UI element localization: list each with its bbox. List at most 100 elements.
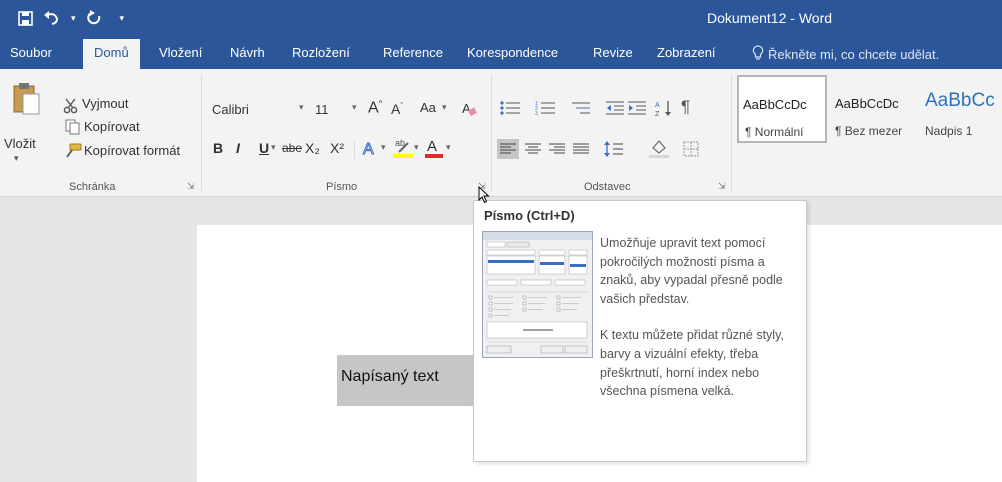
lightbulb-icon: [752, 45, 764, 64]
tell-me-box[interactable]: Řekněte mi, co chcete udělat.: [752, 45, 939, 64]
font-size-value: 11: [315, 102, 329, 117]
quick-access-toolbar: ▾ ▾: [18, 7, 124, 29]
tab-file[interactable]: Soubor: [10, 45, 52, 60]
redo-icon[interactable]: [86, 7, 102, 29]
clipboard-launcher-icon[interactable]: ⇲: [187, 182, 196, 191]
tooltip-title: Písmo (Ctrl+D): [484, 208, 575, 223]
font-tooltip: Písmo (Ctrl+D) Umožňuje upravit text pom…: [473, 200, 807, 462]
svg-text:3: 3: [535, 111, 538, 116]
style-sample: AaBbCc: [925, 90, 995, 111]
group-divider: [731, 75, 732, 191]
clear-formatting-icon[interactable]: A: [460, 99, 478, 119]
grow-font-icon[interactable]: A^: [368, 99, 382, 117]
shrink-font-icon[interactable]: Aˇ: [391, 101, 403, 117]
cut-button[interactable]: Vyjmout: [82, 96, 128, 111]
style-name: Nadpis 1: [925, 124, 973, 138]
tab-review[interactable]: Revize: [593, 45, 633, 60]
document-text[interactable]: Napísaný text: [341, 368, 439, 386]
paste-button[interactable]: Vložit: [4, 136, 36, 151]
document-title: Dokument12 - Word: [707, 10, 833, 26]
align-center-icon[interactable]: [522, 139, 544, 159]
style-no-spacing[interactable]: AaBbCcDc ¶ Bez mezer: [828, 75, 916, 143]
font-dialog-preview: [482, 231, 593, 358]
format-painter-icon: [64, 142, 82, 160]
copy-button[interactable]: Kopírovat: [84, 119, 140, 134]
inline-divider: [354, 141, 355, 159]
numbering-icon[interactable]: 123: [534, 99, 558, 117]
align-right-icon[interactable]: [546, 139, 568, 159]
group-divider: [201, 75, 202, 191]
sort-icon[interactable]: AZ: [654, 98, 674, 118]
svg-text:Z: Z: [655, 111, 660, 117]
tab-layout[interactable]: Rozložení: [292, 45, 350, 60]
tab-design[interactable]: Návrh: [230, 45, 265, 60]
font-color-icon[interactable]: A: [424, 135, 444, 159]
font-name-dropdown-icon[interactable]: ▾: [299, 102, 304, 113]
highlight-dropdown-icon[interactable]: ▾: [414, 142, 419, 153]
tab-home[interactable]: Domů: [83, 39, 140, 69]
tooltip-body: Umožňuje upravit text pomocí pokročilých…: [600, 234, 800, 419]
customize-qat-icon[interactable]: ▾: [120, 7, 125, 29]
show-marks-button[interactable]: ¶: [681, 97, 690, 117]
format-painter-button[interactable]: Kopírovat formát: [84, 143, 180, 158]
increase-indent-icon[interactable]: [627, 99, 647, 117]
style-name: ¶ Bez mezer: [835, 124, 903, 138]
paragraph-group-label: Odstavec: [584, 181, 631, 193]
align-left-icon[interactable]: [497, 139, 519, 159]
bold-button[interactable]: B: [213, 140, 223, 156]
justify-icon[interactable]: [570, 139, 592, 159]
tab-view[interactable]: Zobrazení: [657, 45, 716, 60]
text-effects-icon[interactable]: A: [361, 137, 379, 159]
paste-dropdown-icon[interactable]: ▾: [14, 153, 19, 164]
decrease-indent-icon[interactable]: [605, 99, 625, 117]
line-spacing-icon[interactable]: [603, 139, 625, 159]
mouse-cursor-icon: [478, 185, 490, 209]
style-name: ¶ Normální: [745, 125, 804, 139]
svg-text:A: A: [655, 102, 660, 109]
style-sample: AaBbCcDc: [835, 96, 899, 111]
tooltip-paragraph: Umožňuje upravit text pomocí pokročilých…: [600, 236, 783, 306]
clipboard-group-label: Schránka: [69, 181, 116, 193]
change-case-dropdown-icon[interactable]: ▾: [442, 102, 447, 113]
change-case-button[interactable]: Aa: [420, 100, 436, 115]
tab-references[interactable]: Reference: [383, 45, 443, 60]
font-name-box[interactable]: Calibri: [208, 100, 305, 121]
font-size-dropdown-icon[interactable]: ▾: [352, 102, 357, 113]
text-effects-dropdown-icon[interactable]: ▾: [381, 142, 386, 153]
borders-icon[interactable]: [680, 139, 702, 159]
group-divider: [491, 75, 492, 191]
svg-text:A: A: [427, 138, 437, 155]
tell-me-text: Řekněte mi, co chcete udělat.: [768, 47, 940, 62]
ribbon-home: Vložit ▾ Vyjmout Kopírovat Kopírovat for…: [0, 69, 1002, 197]
superscript-button[interactable]: X²: [330, 140, 344, 156]
word-window: ▾ ▾ Dokument12 - Word Soubor Domů Vložen…: [0, 0, 1002, 482]
paste-icon[interactable]: [8, 79, 42, 117]
copy-icon: [64, 118, 82, 136]
subscript-button[interactable]: X₂: [305, 140, 320, 156]
style-sample: AaBbCcDc: [743, 97, 807, 112]
paragraph-launcher-icon[interactable]: ⇲: [718, 182, 727, 191]
multilevel-list-icon[interactable]: [569, 99, 593, 117]
font-color-dropdown-icon[interactable]: ▾: [446, 142, 451, 153]
tab-insert[interactable]: Vložení: [159, 45, 202, 60]
style-normal[interactable]: AaBbCcDc ¶ Normální: [737, 75, 827, 143]
shading-icon[interactable]: [648, 137, 670, 159]
save-icon[interactable]: [18, 7, 33, 29]
ribbon-tabs: Soubor Domů Vložení Návrh Rozložení Refe…: [0, 36, 1002, 69]
bullets-icon[interactable]: [499, 99, 523, 117]
title-bar: ▾ ▾ Dokument12 - Word: [0, 0, 1002, 36]
italic-button[interactable]: I: [236, 140, 240, 156]
scissors-icon: [62, 97, 80, 115]
font-name-value: Calibri: [212, 102, 249, 117]
svg-text:A: A: [363, 141, 374, 157]
undo-icon[interactable]: [43, 7, 61, 29]
font-group-label: Písmo: [326, 181, 358, 193]
tab-mailings[interactable]: Korespondence: [467, 45, 558, 60]
underline-button[interactable]: U: [259, 140, 269, 156]
style-heading-1[interactable]: AaBbCc Nadpis 1: [918, 75, 1002, 143]
tooltip-paragraph: K textu můžete přidat různé styly, barvy…: [600, 328, 784, 399]
strikethrough-button[interactable]: abe: [282, 141, 302, 155]
highlight-icon[interactable]: ab: [392, 135, 414, 159]
undo-dropdown-icon[interactable]: ▾: [71, 7, 76, 29]
underline-dropdown-icon[interactable]: ▾: [271, 142, 276, 153]
